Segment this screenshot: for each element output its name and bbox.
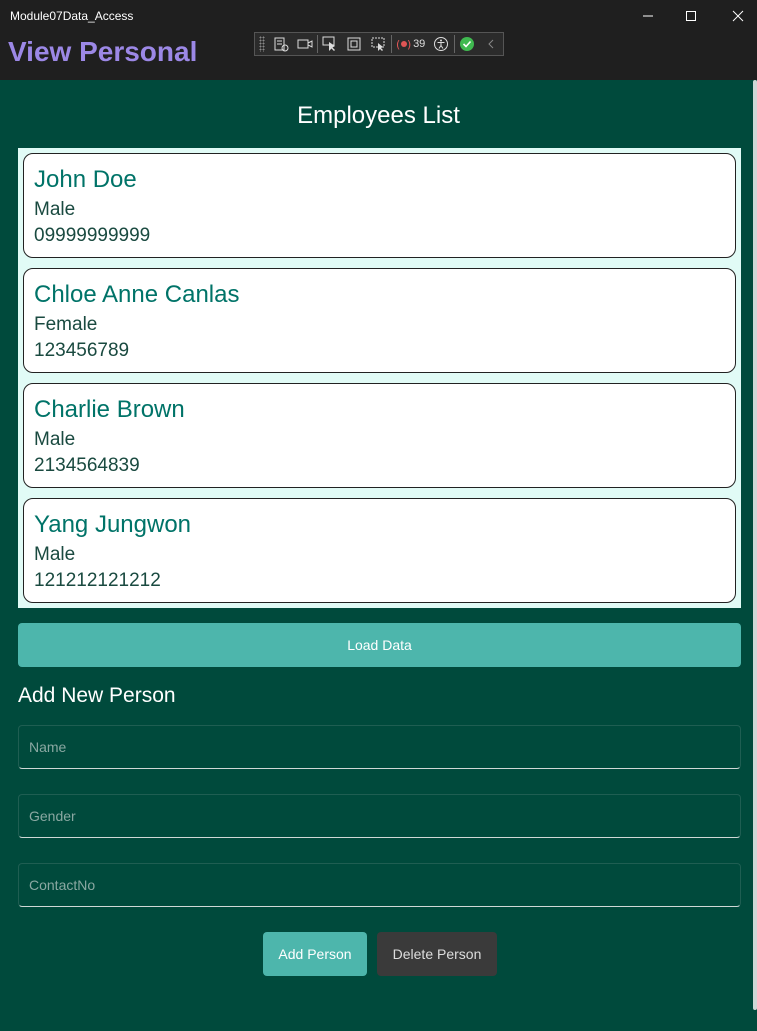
title-bar: Module07Data_Access	[0, 0, 757, 32]
contact-number-input[interactable]	[18, 863, 741, 907]
svg-text:): )	[407, 38, 411, 51]
select-element-button[interactable]	[318, 33, 342, 55]
employee-name: Charlie Brown	[34, 396, 185, 423]
employee-gender: Male	[34, 544, 76, 565]
employee-contact: 123456789	[34, 340, 130, 361]
name-input[interactable]	[18, 725, 741, 769]
debug-toolbar: () 39	[254, 32, 504, 56]
live-visual-tree-button[interactable]	[269, 33, 293, 55]
svg-text:(: (	[396, 38, 400, 51]
minimize-button[interactable]	[625, 0, 671, 32]
track-focus-button[interactable]	[367, 33, 391, 55]
binding-failure-icon: ()	[396, 38, 411, 51]
chevron-left-icon	[488, 39, 494, 49]
track-focus-icon	[371, 37, 385, 51]
employee-name: Chloe Anne Canlas	[34, 281, 240, 308]
toolbar-grip[interactable]	[259, 36, 265, 52]
employee-card[interactable]: Charlie Brown Male 2134564839	[23, 383, 736, 488]
load-data-button[interactable]: Load Data	[18, 623, 741, 667]
accessibility-icon	[434, 37, 449, 51]
close-button[interactable]	[715, 0, 757, 32]
hot-reload-status[interactable]	[455, 33, 479, 55]
employee-card[interactable]: Chloe Anne Canlas Female 123456789	[23, 268, 736, 373]
employee-card[interactable]: Yang Jungwon Male 121212121212	[23, 498, 736, 603]
delete-person-button[interactable]: Delete Person	[377, 932, 497, 976]
add-person-heading: Add New Person	[18, 684, 176, 707]
employee-contact: 09999999999	[34, 225, 151, 246]
employee-contact: 2134564839	[34, 455, 140, 476]
video-icon	[297, 39, 313, 49]
binding-failures-count: 39	[413, 38, 426, 50]
collapse-toolbar-button[interactable]	[479, 33, 503, 55]
adorner-icon	[347, 37, 361, 51]
employees-list[interactable]: John Doe Male 09999999999 Chloe Anne Can…	[18, 148, 741, 608]
check-circle-icon	[459, 37, 474, 51]
vertical-scrollbar[interactable]	[753, 80, 757, 1010]
gender-input[interactable]	[18, 794, 741, 838]
visual-tree-icon	[274, 37, 289, 52]
maximize-icon	[686, 11, 696, 21]
employee-gender: Female	[34, 314, 98, 335]
video-button[interactable]	[293, 33, 317, 55]
accessibility-checker-button[interactable]	[429, 33, 453, 55]
employee-name: Yang Jungwon	[34, 511, 192, 538]
employee-card[interactable]: John Doe Male 09999999999	[23, 153, 736, 258]
employee-contact: 121212121212	[34, 570, 161, 591]
employee-gender: Male	[34, 429, 76, 450]
page-title: View Personal	[8, 36, 198, 67]
employee-name: John Doe	[34, 166, 137, 193]
employees-list-heading: Employees List	[297, 102, 460, 129]
employee-gender: Male	[34, 199, 76, 220]
window-title: Module07Data_Access	[10, 9, 134, 23]
minimize-icon	[643, 15, 653, 17]
close-icon	[732, 10, 744, 22]
add-person-button[interactable]: Add Person	[263, 932, 367, 976]
cursor-select-icon	[322, 36, 336, 51]
maximize-button[interactable]	[668, 0, 714, 32]
display-layout-adorners-button[interactable]	[342, 33, 366, 55]
